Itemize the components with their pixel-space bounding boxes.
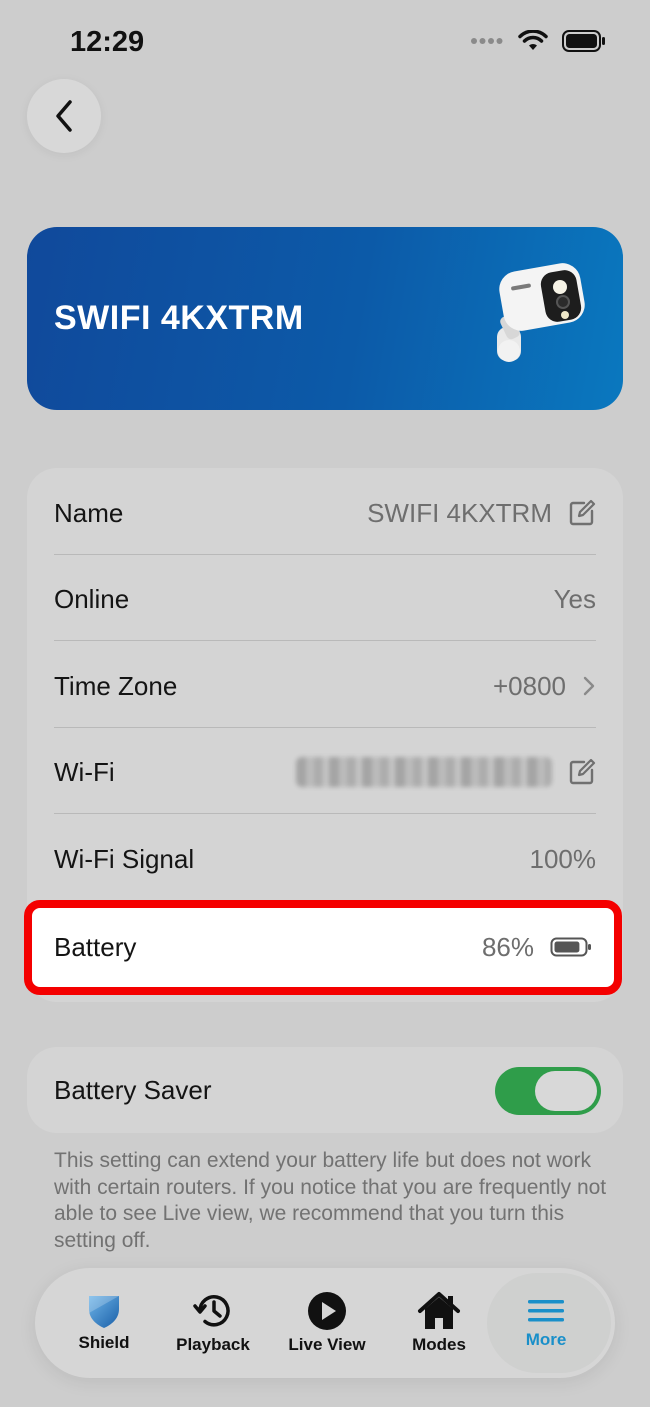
online-value: Yes (553, 583, 596, 614)
tab-bar: Shield Playback Live View Modes More (35, 1268, 615, 1378)
name-label: Name (54, 497, 124, 528)
tab-more[interactable]: More (491, 1268, 601, 1378)
phone-battery-icon (562, 30, 605, 52)
camera-image (497, 263, 585, 362)
battery-saver-description: This setting can extend your battery lif… (54, 1149, 607, 1252)
tab-shield[interactable]: Shield (49, 1268, 159, 1378)
wifi-label: Wi-Fi (54, 756, 115, 787)
divider (54, 813, 596, 814)
battery-saver-toggle[interactable] (495, 1067, 601, 1115)
online-row: Online Yes (54, 556, 596, 642)
divider (54, 640, 596, 641)
shield-icon (89, 1296, 119, 1328)
battery-saver-label: Battery Saver (54, 1075, 212, 1105)
divider (54, 554, 596, 555)
wifi-signal-label: Wi-Fi Signal (54, 843, 195, 874)
chevron-right-icon (583, 676, 595, 696)
tab-modes[interactable]: Modes (384, 1268, 494, 1378)
history-icon (193, 1295, 230, 1327)
chevron-left-icon (56, 100, 72, 132)
time-zone-value: +0800 (492, 670, 566, 701)
online-label: Online (54, 583, 130, 614)
battery-row: Battery 86% (54, 904, 592, 990)
edit-icon[interactable] (568, 758, 596, 786)
time-zone-row[interactable]: Time Zone +0800 (54, 643, 596, 729)
status-time: 12:29 (70, 26, 145, 58)
wifi-status-icon (518, 30, 548, 50)
wifi-signal-row: Wi-Fi Signal 100% (54, 816, 596, 902)
play-icon (308, 1292, 346, 1330)
wifi-row[interactable]: Wi-Fi (54, 729, 596, 815)
wifi-network-name-redacted (296, 757, 552, 787)
toggle-knob (535, 1071, 597, 1111)
name-value: SWIFI 4KXTRM (367, 497, 552, 528)
home-icon (418, 1292, 460, 1329)
device-banner: SWIFI 4KXTRM (27, 227, 623, 410)
status-icons (470, 30, 606, 52)
tab-label: Live View (288, 1335, 366, 1354)
divider (54, 727, 596, 728)
tab-label: Playback (176, 1335, 250, 1354)
tab-playback[interactable]: Playback (158, 1268, 268, 1378)
device-title: SWIFI 4KXTRM (54, 299, 304, 337)
battery-icon (550, 937, 591, 957)
battery-saver-row: Battery Saver (27, 1047, 623, 1133)
battery-label: Battery (54, 931, 137, 962)
tab-label: More (525, 1330, 567, 1349)
edit-icon[interactable] (568, 499, 596, 527)
wifi-signal-value: 100% (529, 843, 597, 874)
back-button[interactable] (27, 79, 101, 153)
menu-icon (528, 1300, 564, 1322)
signal-dots-icon (471, 38, 503, 44)
battery-value: 86% (481, 931, 534, 962)
name-row[interactable]: Name SWIFI 4KXTRM (54, 470, 596, 556)
tab-label: Shield (78, 1333, 130, 1352)
tab-live-view[interactable]: Live View (272, 1268, 382, 1378)
time-zone-label: Time Zone (54, 670, 178, 701)
tab-label: Modes (412, 1335, 466, 1354)
battery-row-highlight: Battery 86% (24, 900, 622, 995)
